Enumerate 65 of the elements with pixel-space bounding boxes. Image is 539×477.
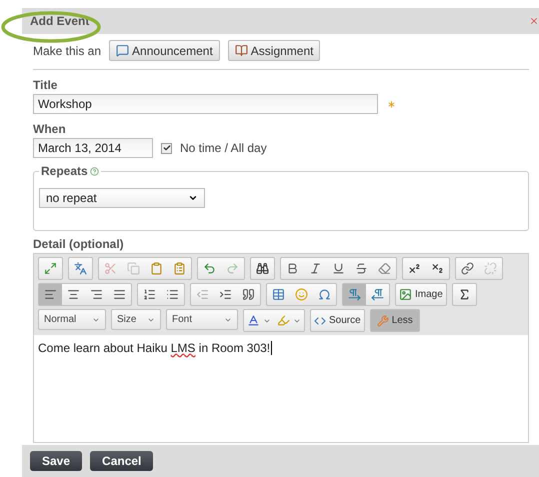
subscript-icon: [431, 262, 444, 275]
quote-icon: [242, 288, 255, 301]
underline-icon: [332, 262, 345, 275]
align-left-icon: [44, 288, 57, 301]
redo-icon: [226, 262, 239, 275]
source-button[interactable]: Source: [311, 310, 364, 331]
image-button[interactable]: Image: [396, 284, 446, 305]
copy-icon: [127, 262, 140, 275]
format-dropdown[interactable]: Normal: [38, 309, 106, 330]
format-dropdown[interactable]: Size: [111, 309, 161, 330]
rtl-icon: [371, 288, 384, 301]
undo-icon: [203, 262, 216, 275]
ltr-icon: [348, 288, 361, 301]
wrench-icon: [376, 314, 389, 326]
assignment-icon: [234, 44, 248, 57]
bullet-list-icon: [166, 288, 179, 301]
superscript-icon: [408, 262, 421, 275]
ltr-button[interactable]: [343, 284, 366, 305]
date-field[interactable]: March 13, 2014: [33, 138, 153, 158]
all-day-label: No time / All day: [180, 141, 267, 155]
spelling-icon: [74, 262, 87, 275]
repeat-select[interactable]: no repeat: [39, 188, 205, 208]
event-type-button[interactable]: Assignment: [228, 40, 320, 61]
detail-label: Detail (optional): [33, 237, 125, 251]
table-icon: [272, 288, 285, 301]
dialog-title: Add Event: [30, 14, 90, 28]
numbered-list-icon: [143, 288, 156, 301]
less-button[interactable]: Less: [370, 310, 419, 331]
text-color-icon: [247, 314, 260, 327]
italic-icon: [309, 262, 322, 275]
find-icon: [256, 262, 269, 275]
paste-text-icon: [173, 262, 186, 275]
format-dropdown[interactable]: Font: [166, 309, 238, 330]
title-label: Title: [33, 78, 58, 92]
make-this-label: Make this an: [33, 44, 102, 58]
omega-icon: [318, 288, 331, 301]
justify-icon: [113, 288, 126, 301]
image-icon: [399, 288, 412, 301]
save-button[interactable]: Save: [30, 451, 82, 471]
background-color-icon: [277, 314, 290, 327]
cancel-button[interactable]: Cancel: [90, 451, 154, 471]
eraser-icon: [378, 262, 391, 275]
paste-icon: [150, 262, 163, 275]
maximize-icon: [44, 262, 57, 275]
strike-icon: [355, 262, 368, 275]
formula-icon: [458, 288, 471, 301]
smiley-icon: [295, 288, 308, 301]
all-day-checkbox[interactable]: [161, 142, 172, 154]
code-icon: [314, 314, 326, 326]
unlink-icon: [484, 262, 497, 275]
help-icon[interactable]: [90, 166, 99, 176]
bold-icon: [286, 262, 299, 275]
cut-icon: [104, 262, 117, 275]
announcement-icon: [116, 44, 130, 57]
title-field[interactable]: Workshop: [33, 94, 378, 114]
link-icon: [461, 262, 474, 275]
align-right-icon: [90, 288, 103, 301]
event-type-button[interactable]: Announcement: [109, 40, 220, 61]
align-center-icon: [67, 288, 80, 301]
align-left-button[interactable]: [39, 284, 62, 305]
when-label: When: [33, 122, 67, 136]
close-icon[interactable]: [529, 16, 539, 26]
indent-icon: [219, 288, 232, 301]
repeats-legend: Repeats: [41, 164, 88, 178]
outdent-icon: [196, 288, 209, 301]
